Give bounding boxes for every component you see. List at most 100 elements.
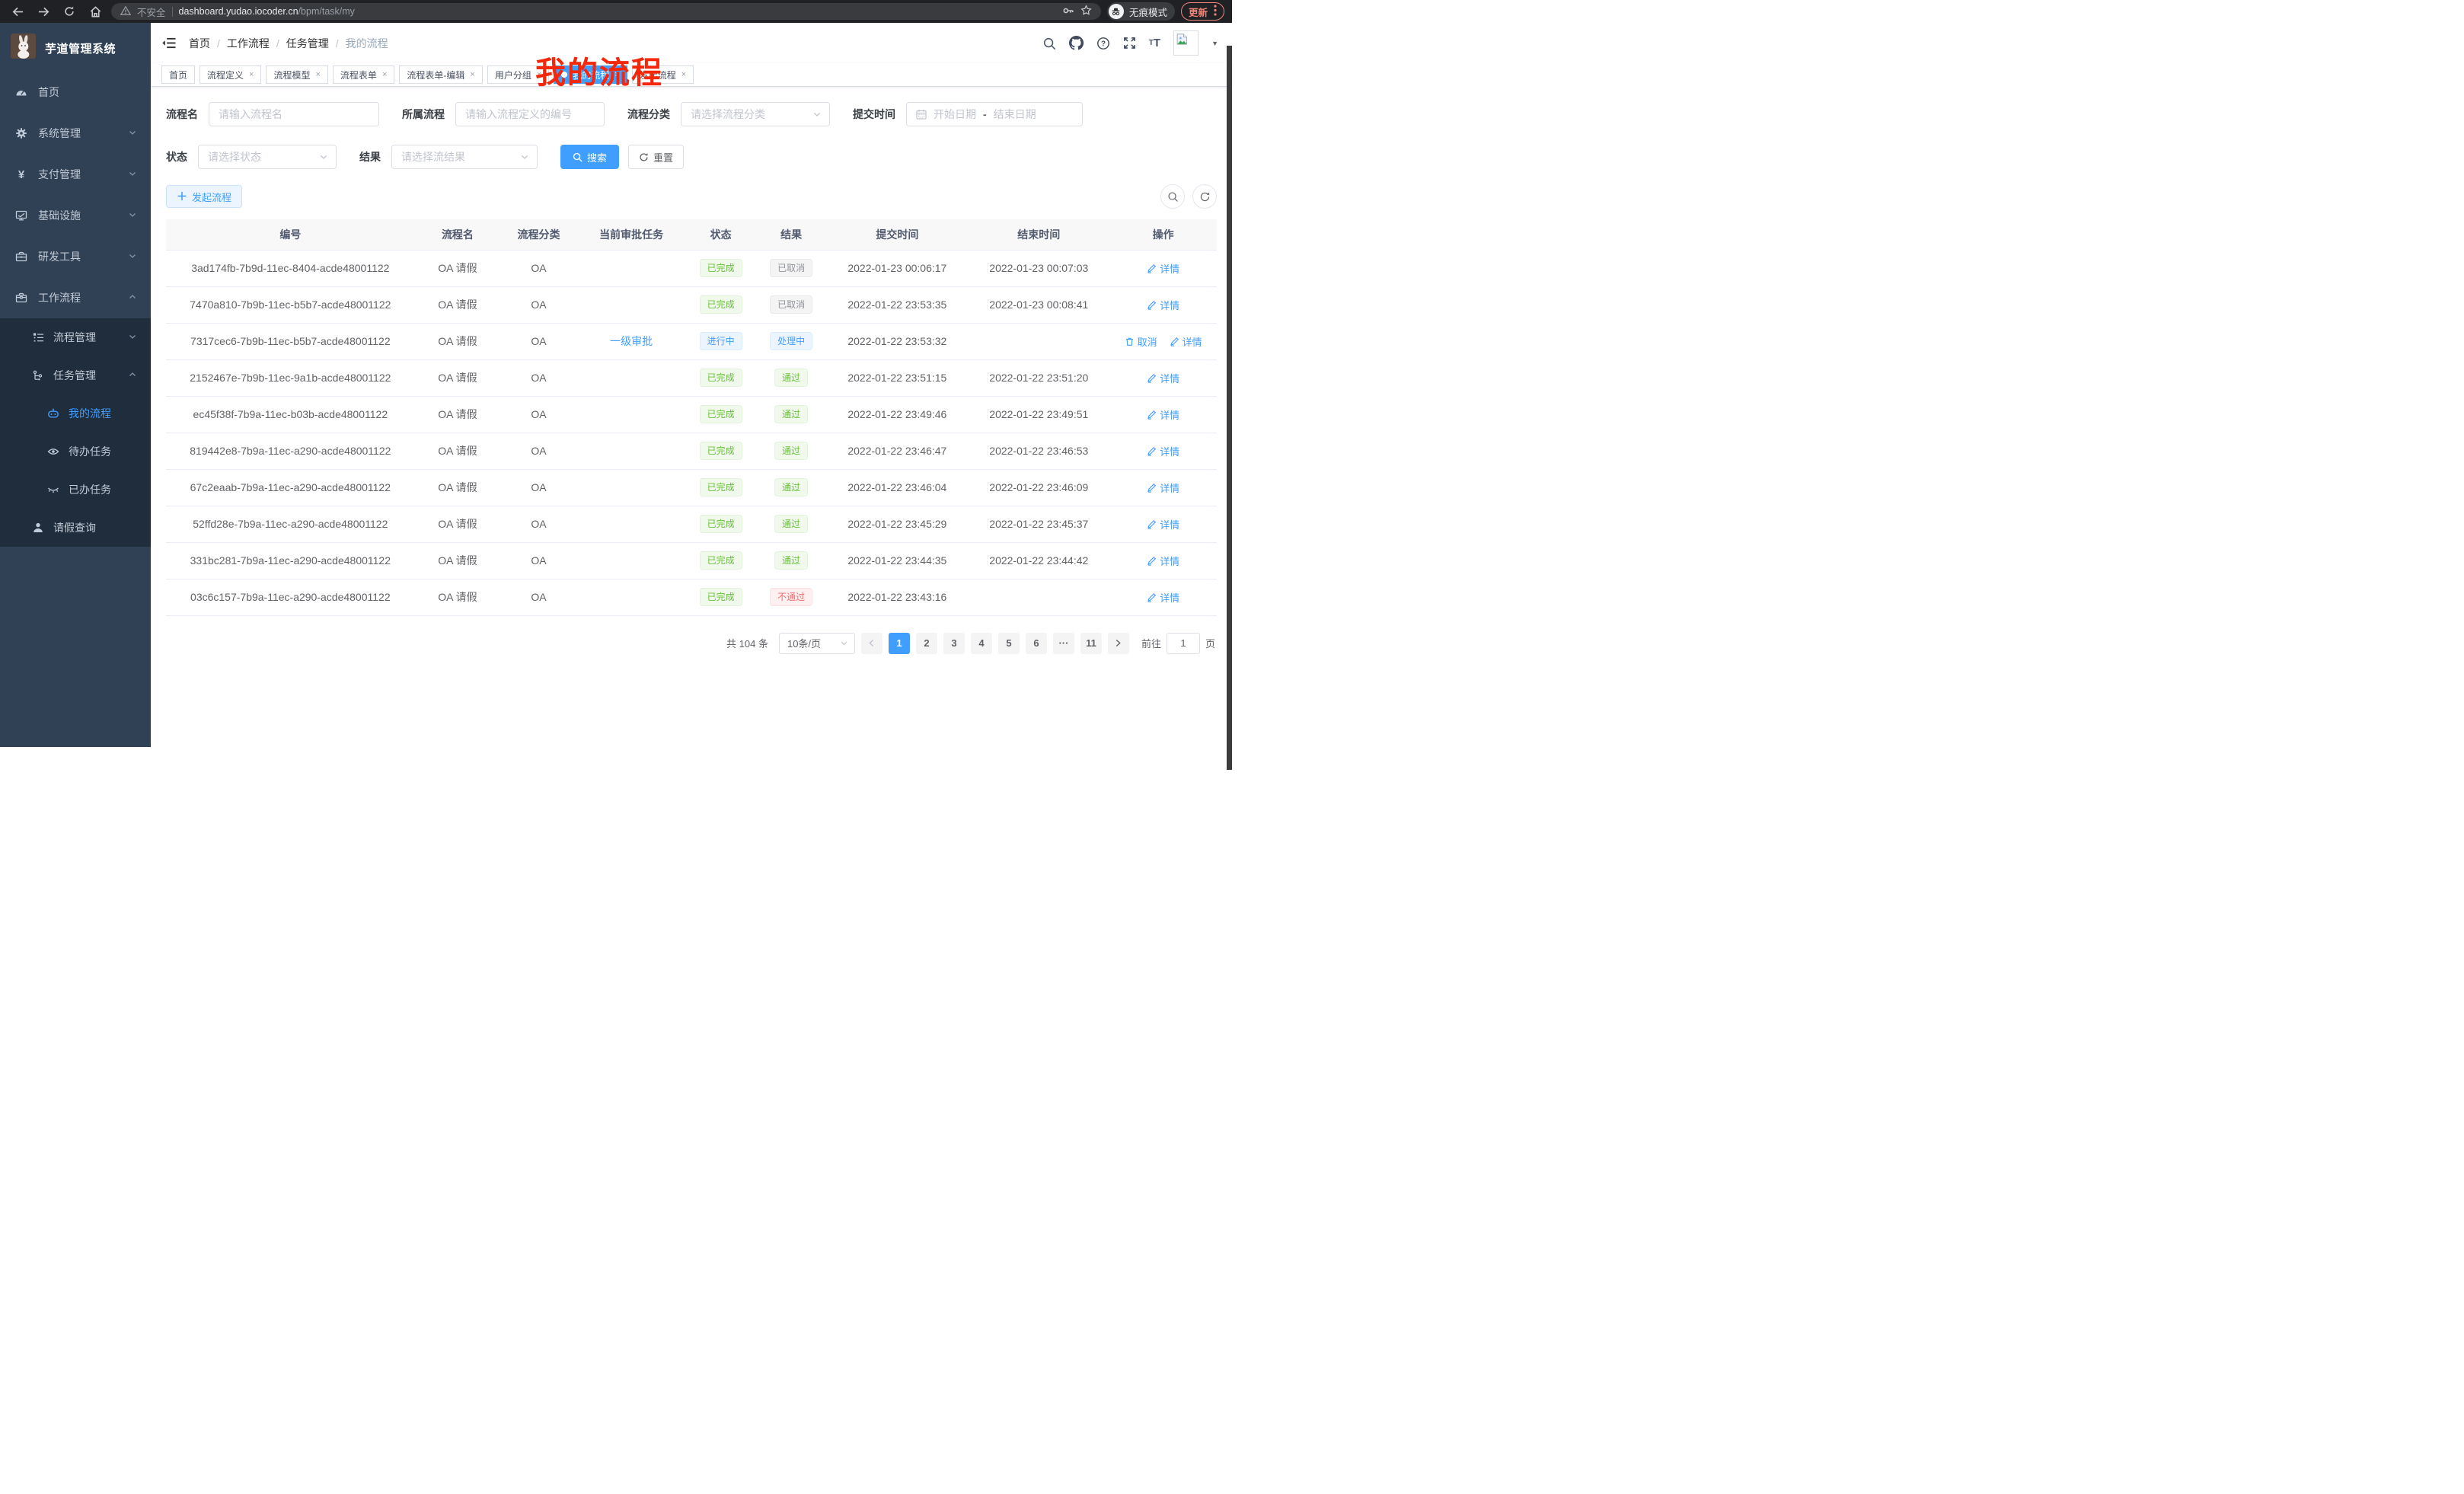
close-icon[interactable]: × [470, 70, 474, 79]
breadcrumb-home[interactable]: 首页 [189, 36, 210, 51]
detail-button[interactable]: 详情 [1147, 298, 1179, 312]
detail-button[interactable]: 详情 [1147, 554, 1179, 568]
sidebar-item-leave-query[interactable]: 请假查询 [0, 509, 151, 547]
key-icon[interactable] [1062, 5, 1074, 19]
tab-home[interactable]: 首页 [161, 65, 195, 84]
app-logo[interactable]: 芋道管理系统 [0, 23, 151, 72]
forward-icon[interactable] [34, 2, 53, 21]
sidebar-item-task-mgmt[interactable]: 任务管理 [0, 356, 151, 394]
window-scrollbar[interactable] [1227, 46, 1232, 770]
breadcrumb: 首页 / 工作流程 / 任务管理 / 我的流程 [189, 36, 388, 51]
start-process-button[interactable]: ＋ 发起流程 [166, 185, 242, 208]
home-icon[interactable] [85, 2, 105, 21]
process-name-input[interactable] [209, 102, 379, 126]
goto-page-input[interactable] [1167, 633, 1200, 654]
close-icon[interactable]: × [382, 70, 387, 79]
page-button-2[interactable]: 2 [916, 633, 937, 654]
fullscreen-icon[interactable] [1123, 37, 1136, 49]
close-icon[interactable]: × [249, 70, 254, 79]
security-label: 不安全 [137, 5, 166, 19]
flow-icon [32, 370, 44, 381]
tab-process-model[interactable]: 流程模型× [266, 65, 327, 84]
sidebar-item-payment[interactable]: ¥ 支付管理 [0, 154, 151, 195]
avatar-caret-icon[interactable]: ▼ [1211, 40, 1218, 47]
breadcrumb-workflow[interactable]: 工作流程 [227, 36, 270, 51]
breadcrumb-task-mgmt[interactable]: 任务管理 [286, 36, 329, 51]
status-label: 状态 [166, 149, 187, 164]
search-button[interactable]: 搜索 [560, 145, 619, 169]
result-badge: 通过 [774, 478, 808, 496]
github-icon[interactable] [1069, 36, 1084, 50]
sidebar-item-process-mgmt[interactable]: 流程管理 [0, 318, 151, 356]
status-select[interactable]: 请选择状态 [198, 145, 337, 169]
process-name-label: 流程名 [166, 107, 198, 122]
sidebar-item-devtools[interactable]: 研发工具 [0, 236, 151, 277]
detail-button[interactable]: 详情 [1147, 407, 1179, 422]
reset-button[interactable]: 重置 [628, 145, 684, 169]
detail-button[interactable]: 详情 [1147, 444, 1179, 458]
owner-process-label: 所属流程 [402, 107, 445, 122]
page-button-11[interactable]: 11 [1080, 633, 1102, 654]
submit-time-range-picker[interactable]: 开始日期 - 结束日期 [906, 102, 1083, 126]
sidebar-item-system[interactable]: 系统管理 [0, 113, 151, 154]
detail-button[interactable]: 详情 [1170, 334, 1202, 349]
sidebar-item-done-tasks[interactable]: 已办任务 [0, 471, 151, 509]
prev-page-button[interactable] [861, 633, 883, 654]
edit-icon [1147, 556, 1157, 566]
sidebar-item-workflow[interactable]: 工作流程 [0, 277, 151, 318]
back-icon[interactable] [8, 2, 27, 21]
sidebar-collapse-icon[interactable] [161, 37, 177, 49]
sidebar-item-home[interactable]: 首页 [0, 72, 151, 113]
edit-icon [1147, 300, 1157, 310]
sidebar-item-infra[interactable]: 基础设施 [0, 195, 151, 236]
edit-icon [1147, 446, 1157, 456]
detail-button[interactable]: 详情 [1147, 261, 1179, 276]
tab-my-processes[interactable]: 我的流程× [554, 65, 627, 84]
reload-icon[interactable] [59, 2, 79, 21]
cancel-button[interactable]: 取消 [1125, 334, 1157, 349]
detail-button[interactable]: 详情 [1147, 480, 1179, 495]
detail-button[interactable]: 详情 [1147, 590, 1179, 605]
chevron-down-icon [128, 168, 137, 180]
address-bar[interactable]: 不安全 dashboard.yudao.iocoder.cn/bpm/task/… [111, 3, 1101, 20]
search-icon[interactable] [1042, 37, 1056, 50]
close-icon[interactable]: × [537, 70, 541, 79]
close-icon[interactable]: × [614, 70, 619, 79]
browser-update-button[interactable]: 更新 [1181, 2, 1224, 21]
current-task-link[interactable]: 一级审批 [610, 335, 653, 347]
detail-button[interactable]: 详情 [1147, 371, 1179, 385]
sidebar: 芋道管理系统 首页 系统管理 ¥ 支付管理 [0, 23, 151, 747]
sidebar-item-my-processes[interactable]: 我的流程 [0, 394, 151, 433]
category-select[interactable]: 请选择流程分类 [681, 102, 830, 126]
toolbox-icon [15, 251, 27, 263]
page-button-1[interactable]: 1 [889, 633, 910, 654]
bookmark-star-icon[interactable] [1080, 5, 1092, 18]
tab-user-group[interactable]: 用户分组× [487, 65, 549, 84]
detail-button[interactable]: 详情 [1147, 517, 1179, 532]
help-icon[interactable]: ? [1096, 37, 1110, 50]
warning-icon [120, 5, 131, 18]
pagination-total: 共 104 条 [726, 636, 768, 650]
sidebar-item-todo-tasks[interactable]: 待办任务 [0, 433, 151, 471]
table-row: ec45f38f-7b9a-11ec-b03b-acde48001122 OA … [166, 396, 1217, 433]
page-button-3[interactable]: 3 [943, 633, 965, 654]
tab-start-process[interactable]: 发起流程× [632, 65, 694, 84]
browser-menu-icon[interactable] [1214, 5, 1217, 18]
close-icon[interactable]: × [315, 70, 320, 79]
page-size-select[interactable]: 10条/页 [779, 633, 855, 654]
table-refresh-button[interactable] [1192, 184, 1217, 209]
tab-process-form[interactable]: 流程表单× [333, 65, 394, 84]
close-icon[interactable]: × [681, 70, 686, 79]
table-search-toggle-button[interactable] [1160, 184, 1185, 209]
page-button-4[interactable]: 4 [971, 633, 992, 654]
page-ellipsis[interactable]: ··· [1053, 633, 1074, 654]
tab-process-definition[interactable]: 流程定义× [199, 65, 261, 84]
tab-process-form-edit[interactable]: 流程表单-编辑× [399, 65, 482, 84]
page-button-6[interactable]: 6 [1026, 633, 1047, 654]
page-button-5[interactable]: 5 [998, 633, 1020, 654]
font-size-icon[interactable]: TT [1149, 37, 1160, 49]
avatar[interactable] [1173, 30, 1198, 56]
owner-process-input[interactable] [455, 102, 605, 126]
next-page-button[interactable] [1108, 633, 1129, 654]
result-select[interactable]: 请选择流结果 [391, 145, 538, 169]
